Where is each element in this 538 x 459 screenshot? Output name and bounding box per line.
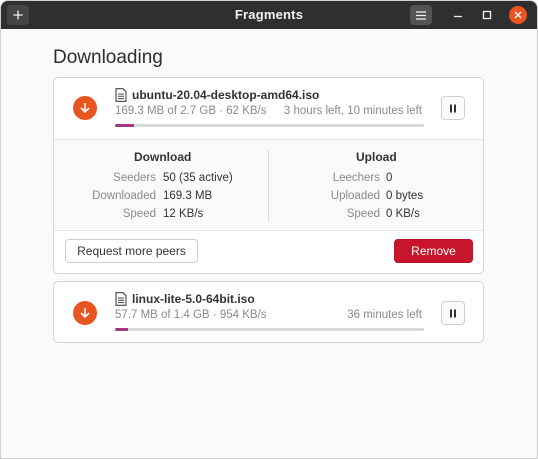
download-status-icon [73,301,97,325]
minimize-button[interactable] [449,6,467,24]
torrent-row[interactable]: ubuntu-20.04-desktop-amd64.iso 169.3 MB … [53,77,484,274]
arrow-down-icon [80,308,90,319]
progress-bar [115,124,424,127]
torrent-eta: 3 hours left, 10 minutes left [283,105,422,117]
stat-value: 0 bytes [386,190,424,202]
stat-value: 0 KB/s [386,208,420,220]
progress-bar [115,328,424,331]
pause-button[interactable] [441,96,465,120]
maximize-button[interactable] [478,6,496,24]
remove-button[interactable]: Remove [394,239,473,263]
file-icon [115,88,127,102]
pause-icon [450,104,456,112]
pause-icon [450,309,456,317]
stat-label: Uploaded [330,190,380,202]
torrent-eta: 36 minutes left [347,309,422,321]
stat-value: 169.3 MB [163,190,213,202]
request-more-peers-button[interactable]: Request more peers [65,239,198,263]
arrow-down-icon [80,103,90,114]
torrent-name: ubuntu-20.04-desktop-amd64.iso [132,88,320,102]
stat-value: 12 KB/s [163,208,204,220]
stat-label: Speed [346,208,380,220]
stat-label: Downloaded [92,190,156,202]
stat-label: Leechers [332,172,380,184]
progress-bar-fill [115,124,135,127]
close-button[interactable] [509,6,527,24]
stat-value: 50 (35 active) [163,172,233,184]
close-icon [514,11,522,19]
minimize-icon [454,15,462,18]
maximize-icon [482,10,492,20]
section-title: Downloading [53,47,163,68]
stat-label: Seeders [113,172,156,184]
stat-value: 0 [386,172,393,184]
torrent-name: linux-lite-5.0-64bit.iso [132,292,255,306]
download-column-title: Download [134,150,192,164]
column-divider [268,150,269,222]
title-bar: Fragments [1,1,537,29]
main-menu-button[interactable] [410,5,432,25]
progress-bar-fill [115,328,128,331]
app-window: Fragments Downloading ubuntu-20.04-deskt… [0,0,538,459]
hamburger-menu-icon [416,10,426,20]
main-content: Downloading ubuntu-20.04-desktop-amd64.i… [1,29,537,458]
torrent-progress-text: 57.7 MB of 1.4 GB · 954 KB/s [115,309,267,321]
stat-label: Speed [122,208,156,220]
torrent-details: Download Seeders 50 (35 active) Download… [54,139,483,231]
torrent-progress-text: 169.3 MB of 2.7 GB · 62 KB/s [115,105,267,117]
torrent-row[interactable]: linux-lite-5.0-64bit.iso 57.7 MB of 1.4 … [53,281,484,343]
download-status-icon [73,96,97,120]
pause-button[interactable] [441,301,465,325]
file-icon [115,292,127,306]
upload-column-title: Upload [356,150,397,164]
